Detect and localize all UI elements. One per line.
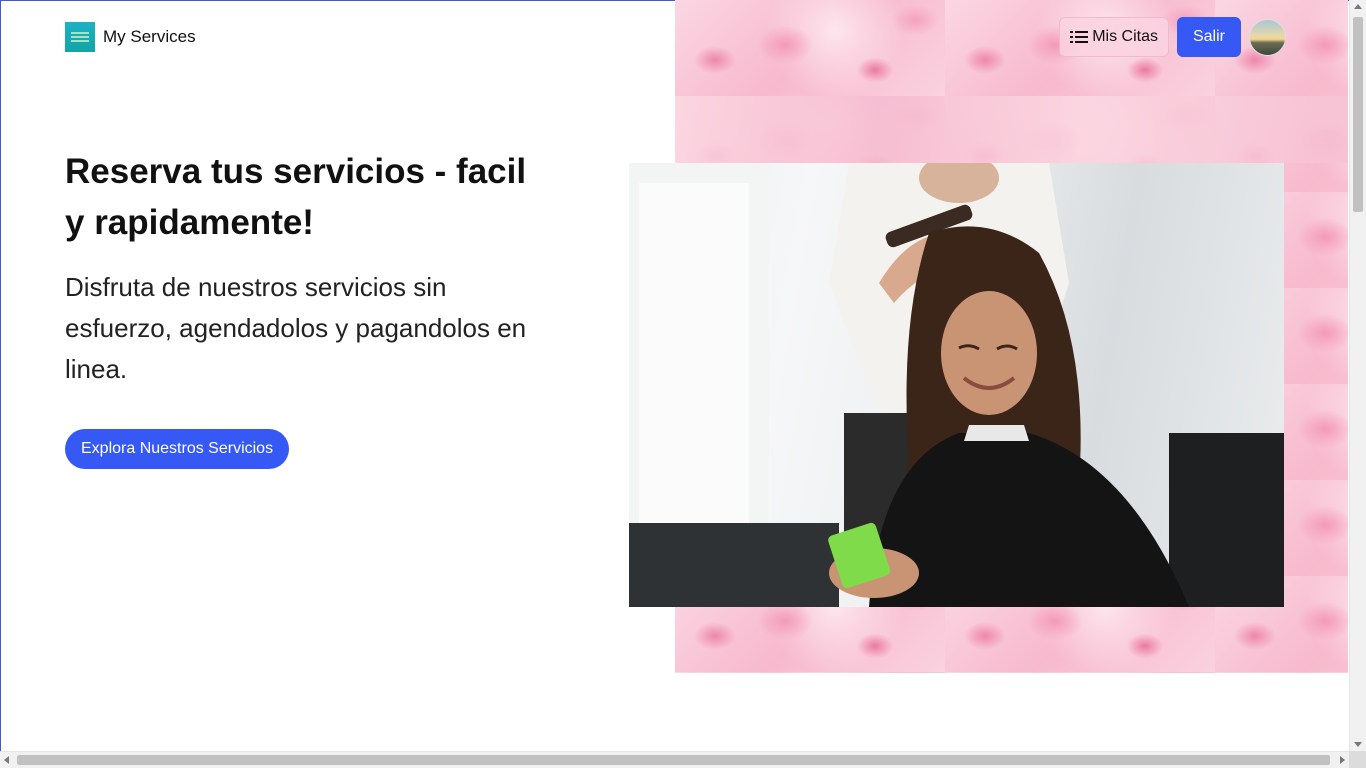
list-icon	[1070, 30, 1089, 44]
user-avatar[interactable]	[1249, 18, 1286, 56]
hero-subtext: Disfruta de nuestros servicios sin esfue…	[65, 272, 527, 384]
horizontal-scroll-thumb[interactable]	[17, 755, 1330, 765]
salir-button[interactable]: Salir	[1176, 17, 1241, 57]
top-nav: Mis Citas Salir	[1059, 17, 1286, 57]
vertical-scrollbar[interactable]	[1349, 0, 1366, 751]
horizontal-scrollbar[interactable]	[0, 751, 1349, 768]
brand-name: My Services	[103, 27, 196, 46]
scroll-up-icon[interactable]	[1354, 4, 1362, 9]
brand[interactable]: My Services	[65, 22, 196, 52]
brand-logo-icon	[65, 22, 95, 52]
salon-photo	[629, 163, 1284, 607]
scroll-left-icon[interactable]	[4, 756, 9, 764]
mis-citas-label: Mis Citas	[1092, 28, 1158, 45]
scrollbar-corner	[1349, 751, 1366, 768]
vertical-scroll-thumb[interactable]	[1353, 17, 1363, 212]
explore-services-button[interactable]: Explora Nuestros Servicios	[65, 429, 290, 469]
scroll-right-icon[interactable]	[1340, 756, 1345, 764]
mis-citas-button[interactable]: Mis Citas	[1059, 17, 1169, 57]
hero-headline: Reserva tus servicios - facil y rapidame…	[65, 152, 527, 242]
scroll-down-icon[interactable]	[1354, 742, 1362, 747]
